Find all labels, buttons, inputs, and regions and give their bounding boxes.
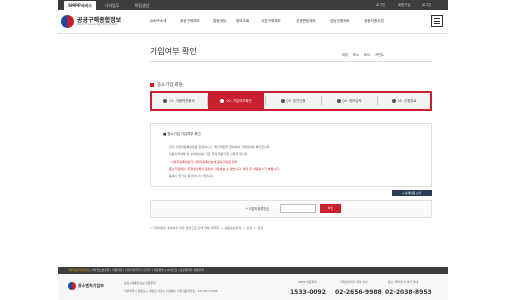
required-mark: * — [246, 207, 248, 211]
business-number-input[interactable] — [280, 204, 316, 213]
info-heading: ■ 중소기업 가입여부 확인 — [163, 132, 201, 136]
gnb-item-support[interactable]: 성종지원사업 — [364, 19, 384, 24]
ministry-logo-icon — [68, 282, 76, 290]
info-box: ■ 중소기업 가입여부 확인 먼저 사업자등록번호를 입력하시고, 확인버튼을 … — [150, 123, 432, 187]
detail-view-button[interactable]: ▸ 상세내용 보기 — [392, 190, 432, 196]
footer-links: 개인정보처리방침 | 저작권보호정책 | 이용약관 | 전자우편무단수집거부 |… — [68, 268, 204, 272]
footer-contact: 공공구매종합정보 이용문의 — [124, 281, 156, 285]
business-number-label: * 사업자등록번호 — [246, 206, 269, 211]
tab-my-work[interactable]: 나의업무 — [98, 1, 126, 10]
footer-link-privacy[interactable]: 개인정보처리방침 — [68, 268, 89, 272]
step-2-label: 02. 가입여부확인 — [226, 99, 252, 103]
business-number-label-text: 사업자등록번호 — [248, 207, 270, 211]
zoom-out-button[interactable]: 축소 — [353, 53, 359, 57]
phone-smpp: 1533-0092 — [290, 289, 326, 296]
signup-steps: 01. 이용약관동의 02. 가입여부확인 03. 본인인증 04. 정보입력 … — [150, 91, 432, 111]
zoom-in-button[interactable]: 확대 — [342, 53, 348, 57]
footer-address: 서울특별시 영등포구 대방로 서울시 (대방동) 사업자등록번호 : 107-8… — [124, 289, 218, 293]
step-3-label: 03. 본인인증 — [286, 99, 306, 103]
print-button[interactable]: 프린트 — [375, 53, 384, 57]
footer-link-terms[interactable]: 이용약관 — [112, 268, 122, 272]
phone-label-smpp: SMPP 이용문의 — [298, 280, 317, 284]
info-line: 이용자격여부 및 상세정보를 기입 후에 회원가입 신청을 합니다. — [169, 152, 249, 156]
confirm-button[interactable]: 확인 — [320, 204, 341, 213]
logo-icon[interactable] — [61, 15, 74, 28]
gnb-item-procurement[interactable]: 공공구매제도 — [180, 19, 200, 24]
login-link-2[interactable]: 로그인 — [422, 0, 431, 10]
notice-text: * 가입대상이 유효하지 않은 업정으로 인해 전체 내역화 -> 공동정보입력… — [150, 226, 264, 230]
document-icon — [391, 98, 396, 103]
gnb-item-info[interactable]: 정보조회 — [236, 19, 249, 24]
ministry-logo-text: 중소벤처기업부 — [78, 283, 104, 288]
page-title: 가입여부 확인 — [150, 47, 197, 56]
bullet-square-icon — [150, 82, 154, 87]
gnb-item-certification[interactable]: 성능인증제도 — [330, 19, 350, 24]
menu-icon[interactable] — [431, 15, 443, 27]
step-2-icon — [220, 98, 225, 103]
info-line: 중복이 없거나 확인하시기 바랍니다. — [169, 174, 215, 178]
gnb-item-smpp[interactable]: SMPP소개 — [150, 19, 166, 24]
phone-label-direct: 직접생산확인 문의 안내 — [340, 280, 368, 284]
site-header: 공공구매종합정보 Public Procurement Information … — [58, 10, 448, 34]
logo-subtitle: Public Procurement Information — [77, 23, 118, 26]
step-5: 05. 신청완료 — [378, 93, 430, 109]
info-heading-text: 중소기업 가입여부 확인 — [167, 132, 201, 136]
step-1-label: 01. 이용약관동의 — [169, 99, 195, 103]
footer-link-guide[interactable]: 이용방법 — [154, 268, 164, 272]
phone-label-certificate: 중소기업확인서 발급 안내 — [388, 280, 419, 284]
person-icon — [280, 98, 285, 103]
title-divider — [150, 61, 432, 62]
gnb-item-judgement[interactable]: 성생판정제도 — [296, 19, 316, 24]
step-1-icon — [163, 98, 168, 103]
footer-link-sitemap[interactable]: 사이트맵 — [167, 268, 177, 272]
phone-certificate: 02-2038-8953 — [385, 289, 432, 296]
footer-link-email[interactable]: 전자우편무단수집거부 — [125, 268, 151, 272]
login-link[interactable]: 로그인 — [376, 0, 385, 10]
gnb-item-notice[interactable]: 알림마당 — [213, 19, 226, 24]
footer-link-opendata[interactable]: 공공데이터 개방정책 — [180, 268, 204, 272]
utility-bar: SMPP서비스 나의업무 직접생산 로그인 회원가입 로그인 — [58, 0, 448, 10]
footer-link-copyright[interactable]: 저작권보호정책 — [91, 268, 109, 272]
pencil-icon — [336, 98, 341, 103]
detail-view-label: 상세내용 보기 — [404, 191, 422, 195]
phone-direct: 02-2656-9988 — [335, 289, 382, 296]
step-4-label: 04. 정보입력 — [342, 99, 362, 103]
gnb-item-business[interactable]: 사업구매제도 — [261, 19, 281, 24]
info-line-warning: 중소기업확인, 직접생산확인 등에서 가용하실 수 없습니다. 확인 후 이용하… — [169, 167, 280, 171]
tab-direct-production[interactable]: 직접생산 — [128, 1, 156, 10]
section-title: 중소기업 회원 — [150, 82, 183, 88]
info-line-warning: - 사업자등록번호가 사업자등록번호에 중복가입된 경우 — [169, 160, 238, 164]
tab-smpp-service[interactable]: SMPP서비스 — [64, 1, 96, 10]
info-line: 먼저 사업자등록번호를 입력하시고, 확인버튼을 클릭하여 가입여부를 확인합니… — [169, 145, 271, 149]
signup-link[interactable]: 회원가입 — [398, 0, 410, 10]
section-title-text: 중소기업 회원 — [157, 83, 183, 88]
step-4: 04. 정보입력 — [322, 93, 376, 109]
step-5-label: 05. 신청완료 — [397, 99, 417, 103]
footer — [58, 274, 448, 300]
step-1: 01. 이용약관동의 — [152, 93, 206, 109]
page-tools: 확대 축소 RSS 프린트 — [338, 52, 384, 57]
page: SMPP서비스 나의업무 직접생산 로그인 회원가입 로그인 공공구매종합정보 … — [0, 0, 507, 300]
rss-button[interactable]: RSS — [364, 53, 370, 57]
step-2: 02. 가입여부확인 — [208, 93, 264, 109]
step-3: 03. 본인인증 — [266, 93, 320, 109]
